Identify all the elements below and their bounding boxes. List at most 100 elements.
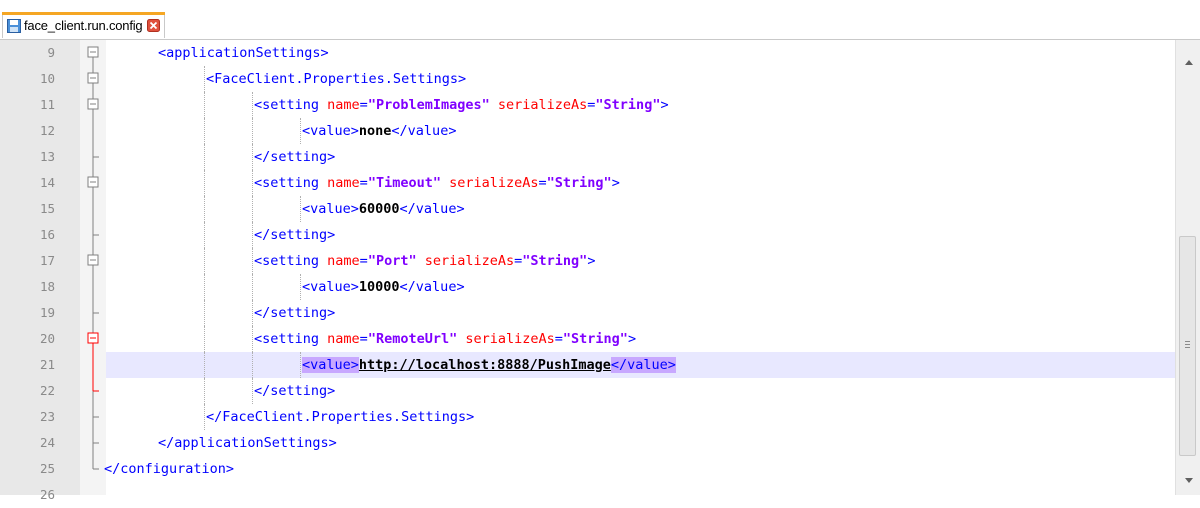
token-tag: <value> [302, 279, 359, 295]
code-text: </setting> [254, 300, 335, 326]
code-text: </setting> [254, 378, 335, 404]
line-number: 14 [39, 175, 55, 190]
tab-bar: face_client.run.config [0, 12, 1200, 40]
tab-label: face_client.run.config [24, 18, 143, 33]
token-tag: = [554, 331, 563, 347]
code-line[interactable]: </setting> [106, 144, 1175, 170]
token-val: "Port" [367, 253, 417, 269]
line-number: 26 [39, 487, 55, 502]
line-number: 20 [39, 331, 55, 346]
code-line[interactable]: </FaceClient.Properties.Settings> [106, 404, 1175, 430]
close-icon[interactable] [147, 19, 161, 32]
token-attr: serializeAs [449, 175, 539, 191]
indent-guide [300, 196, 301, 222]
code-text: <setting name="ProblemImages" serializeA… [254, 92, 669, 118]
code-text: </FaceClient.Properties.Settings> [206, 404, 474, 430]
vertical-scrollbar[interactable] [1175, 40, 1200, 495]
code-area[interactable]: <applicationSettings> <FaceClient.Propert… [104, 40, 1175, 495]
code-text: <value>none</value> [302, 118, 456, 144]
line-number: 15 [39, 201, 55, 216]
indent-guide [204, 274, 205, 300]
indent-guide [252, 352, 253, 378]
indent-guide [252, 144, 253, 170]
code-line[interactable]: <setting name="ProblemImages" serializeA… [106, 92, 1175, 118]
line-number: 18 [39, 279, 55, 294]
token-tag: <applicationSettings> [158, 45, 329, 61]
indent-guide [204, 352, 205, 378]
code-line[interactable]: <setting name="Timeout" serializeAs="Str… [106, 170, 1175, 196]
token-tag: = [359, 331, 368, 347]
code-line[interactable]: <setting name="Port" serializeAs="String… [106, 248, 1175, 274]
token-tag: > [660, 97, 669, 113]
window-top-edge [0, 0, 1200, 12]
token-tag: > [611, 175, 620, 191]
code-line[interactable]: <setting name="RemoteUrl" serializeAs="S… [106, 326, 1175, 352]
token-tag: = [538, 175, 547, 191]
current-line[interactable]: <value>http://localhost:8888/PushImage</… [106, 352, 1175, 378]
code-line[interactable]: <value>none</value> [106, 118, 1175, 144]
scroll-up-arrow-icon[interactable] [1185, 60, 1193, 65]
code-line[interactable]: <applicationSettings> [106, 40, 1175, 66]
indent-guide [252, 196, 253, 222]
indent-guide [252, 274, 253, 300]
indent-guide [252, 300, 253, 326]
code-text: </configuration> [104, 456, 234, 482]
line-number: 12 [39, 123, 55, 138]
token-tag: </value> [399, 201, 465, 217]
line-number: 19 [39, 305, 55, 320]
code-editor[interactable]: <applicationSettings> <FaceClient.Propert… [0, 40, 1200, 495]
token-val: "ProblemImages" [367, 97, 490, 113]
line-number: 16 [39, 227, 55, 242]
token-tag [441, 175, 449, 191]
token-attr: serializeAs [465, 331, 555, 347]
code-line[interactable]: </setting> [106, 300, 1175, 326]
code-text: <FaceClient.Properties.Settings> [206, 66, 466, 92]
indent-guide [252, 248, 253, 274]
token-tag [490, 97, 498, 113]
token-tag: </setting> [254, 227, 336, 243]
token-url: http://localhost:8888/PushImage [358, 357, 611, 373]
indent-guide [252, 170, 253, 196]
token-tag: <setting [254, 331, 328, 347]
token-sel: </value> [610, 357, 676, 373]
indent-guide [252, 378, 253, 404]
token-tag: > [587, 253, 596, 269]
line-number: 10 [39, 71, 55, 86]
token-attr: name [327, 253, 360, 269]
scrollbar-thumb[interactable] [1179, 236, 1196, 456]
indent-guide [252, 326, 253, 352]
token-tag: </setting> [254, 383, 336, 399]
indent-guide [252, 118, 253, 144]
code-text: </setting> [254, 222, 335, 248]
scroll-down-arrow-icon[interactable] [1185, 478, 1193, 483]
token-attr: name [327, 175, 360, 191]
token-txt: none [358, 123, 392, 139]
code-line[interactable]: <FaceClient.Properties.Settings> [106, 66, 1175, 92]
token-tag: <FaceClient.Properties.Settings> [206, 71, 467, 87]
indent-guide [300, 118, 301, 144]
code-line[interactable]: </configuration> [104, 456, 1175, 482]
token-tag: <setting [254, 175, 328, 191]
indent-guide [252, 92, 253, 118]
indent-guide [300, 352, 301, 378]
code-line[interactable]: <value>60000</value> [106, 196, 1175, 222]
token-attr: serializeAs [497, 97, 588, 113]
line-number: 11 [39, 97, 55, 112]
code-text: </setting> [254, 144, 335, 170]
code-line[interactable]: </setting> [106, 378, 1175, 404]
token-tag: </setting> [254, 305, 336, 321]
token-txt: 60000 [358, 201, 400, 217]
tab-face-client-run-config[interactable]: face_client.run.config [2, 12, 166, 38]
code-line[interactable] [106, 482, 1175, 508]
line-number: 9 [47, 45, 55, 60]
code-line[interactable]: </applicationSettings> [106, 430, 1175, 456]
code-text: <value>10000</value> [302, 274, 465, 300]
code-line[interactable]: <value>10000</value> [106, 274, 1175, 300]
code-line[interactable]: </setting> [106, 222, 1175, 248]
token-tag: </setting> [254, 149, 336, 165]
code-text: <value>http://localhost:8888/PushImage</… [302, 352, 676, 378]
indent-guide [204, 170, 205, 196]
floppy-disk-icon [7, 18, 21, 33]
token-attr: name [327, 331, 360, 347]
token-val: "Timeout" [367, 175, 441, 191]
